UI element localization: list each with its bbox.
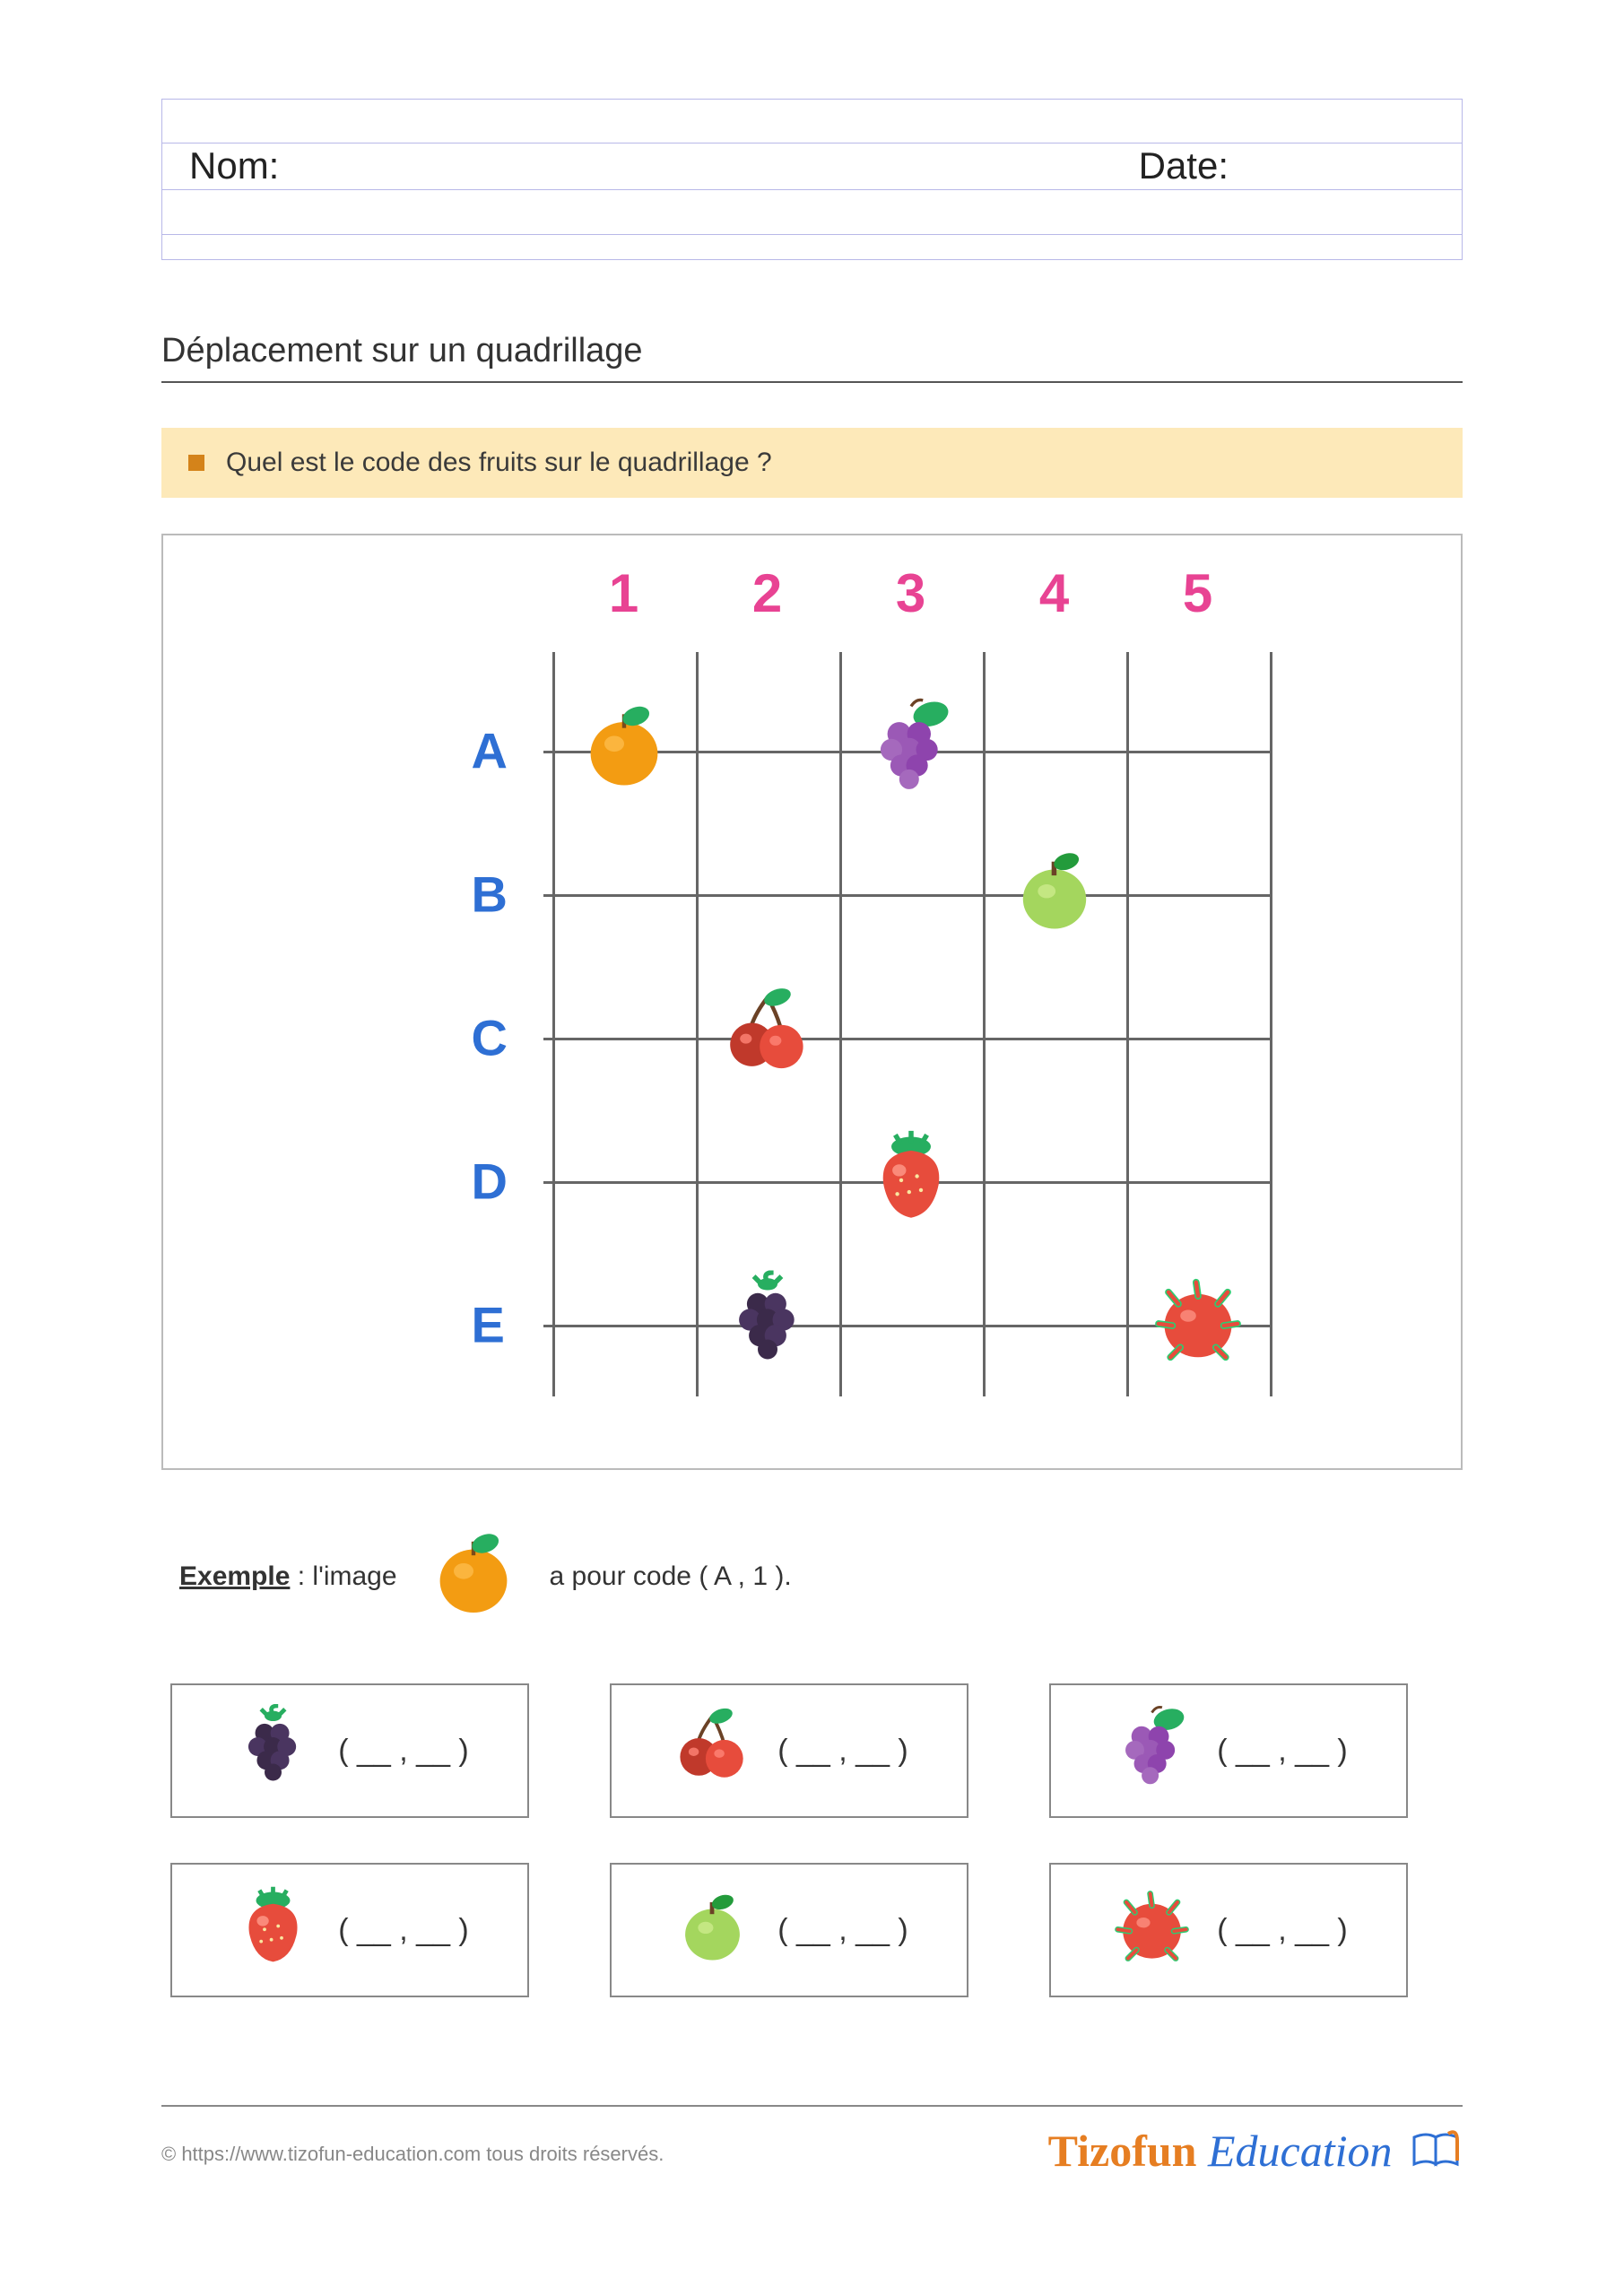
answer-blank: ( __ , __ ) <box>338 1734 469 1769</box>
cherries-icon <box>718 984 817 1083</box>
grapes-icon <box>862 697 960 796</box>
question-text: Quel est le code des fruits sur le quadr… <box>226 448 772 478</box>
name-label: Nom: <box>189 144 279 187</box>
answer-blank: ( __ , __ ) <box>777 1734 908 1769</box>
blackberry-icon <box>230 1704 316 1797</box>
strawberry-icon <box>230 1883 316 1977</box>
guava-icon <box>670 1883 755 1977</box>
guava-icon <box>1005 840 1104 939</box>
column-header: 2 <box>752 562 782 624</box>
example-label: Exemple <box>179 1561 290 1591</box>
book-icon <box>1409 2128 1463 2184</box>
answer-boxes: ( __ , __ ) ( __ , __ ) ( __ , __ ) ( __ , … <box>161 1683 1463 1997</box>
column-header: 3 <box>896 562 925 624</box>
cherries-icon <box>670 1704 755 1797</box>
grid-frame: 1 2 3 4 5 A B C D E <box>161 534 1463 1470</box>
answer-box[interactable]: ( __ , __ ) <box>170 1683 529 1818</box>
answer-blank: ( __ , __ ) <box>1217 1734 1348 1769</box>
grapes-icon <box>1109 1704 1194 1797</box>
date-label: Date: <box>1139 144 1229 187</box>
column-header: 4 <box>1039 562 1069 624</box>
example-fruit-icon <box>424 1524 523 1630</box>
answer-box[interactable]: ( __ , __ ) <box>1049 1683 1408 1818</box>
strawberry-icon <box>862 1127 960 1226</box>
dragonfruit-icon <box>1109 1883 1194 1977</box>
column-header: 1 <box>609 562 638 624</box>
column-header: 5 <box>1183 562 1212 624</box>
answer-blank: ( __ , __ ) <box>777 1913 908 1948</box>
row-header: C <box>472 1009 508 1067</box>
row-header: B <box>472 865 508 924</box>
example-row: Exemple : l'image a pour code ( A , 1 ). <box>179 1524 1463 1630</box>
answer-blank: ( __ , __ ) <box>338 1913 469 1948</box>
row-header: D <box>472 1152 508 1211</box>
blackberry-icon <box>718 1271 817 1370</box>
copyright-text: © https://www.tizofun-education.com tous… <box>161 2143 664 2166</box>
section-title: Déplacement sur un quadrillage <box>161 332 1463 383</box>
row-header: A <box>472 722 508 780</box>
row-header: E <box>472 1296 505 1354</box>
example-after: a pour code ( A , 1 ). <box>550 1561 792 1592</box>
answer-box[interactable]: ( __ , __ ) <box>170 1863 529 1997</box>
coordinate-grid: 1 2 3 4 5 A B C D E <box>319 562 1306 1414</box>
page-footer: © https://www.tizofun-education.com tous… <box>161 2105 1463 2184</box>
answer-box[interactable]: ( __ , __ ) <box>610 1863 968 1997</box>
question-bar: Quel est le code des fruits sur le quadr… <box>161 428 1463 498</box>
bullet-icon <box>188 455 204 471</box>
example-before: : l'image <box>298 1561 397 1591</box>
answer-box[interactable]: ( __ , __ ) <box>1049 1863 1408 1997</box>
answer-box[interactable]: ( __ , __ ) <box>610 1683 968 1818</box>
name-date-header: Nom: Date: <box>161 99 1463 260</box>
dragonfruit-icon <box>1149 1271 1247 1370</box>
orange-icon <box>575 697 673 796</box>
answer-blank: ( __ , __ ) <box>1217 1913 1348 1948</box>
brand-logo: Tizofun Education <box>1048 2125 1463 2184</box>
